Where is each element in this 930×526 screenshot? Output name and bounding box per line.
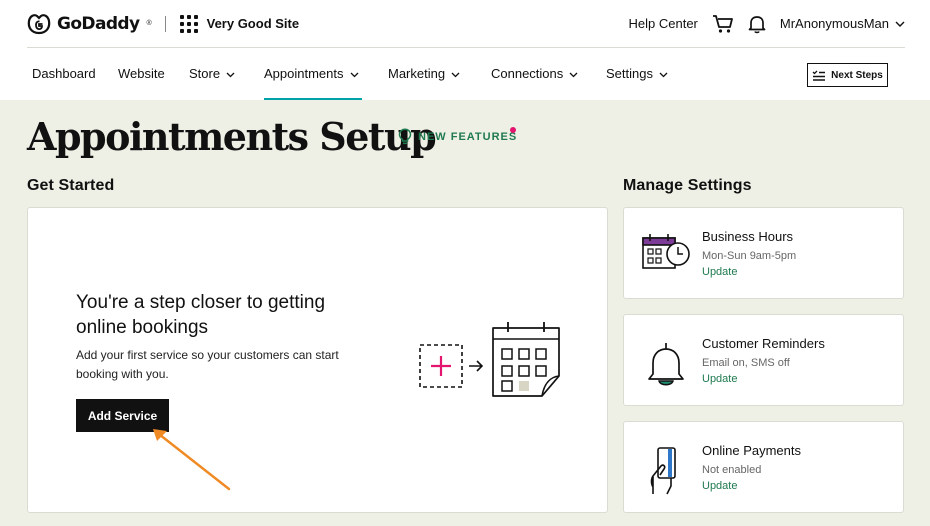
- nav-settings[interactable]: Settings: [606, 49, 668, 100]
- next-steps-label: Next Steps: [831, 69, 883, 81]
- chevron-down-icon: [895, 21, 905, 27]
- promo-description: Add your first service so your customers…: [76, 348, 339, 381]
- customer-reminders-update-link[interactable]: Update: [702, 373, 737, 385]
- online-payments-subtitle: Not enabled: [702, 464, 762, 476]
- get-started-card: You're a step closer to getting online b…: [27, 207, 608, 513]
- calendar-clock-icon: [642, 234, 690, 269]
- user-menu[interactable]: MrAnonymousMan: [780, 16, 905, 31]
- nav-website[interactable]: Website: [118, 49, 165, 100]
- bell-icon: [648, 343, 684, 386]
- customer-reminders-subtitle: Email on, SMS off: [702, 357, 790, 369]
- chevron-down-icon: [569, 72, 578, 77]
- chevron-down-icon: [350, 72, 358, 77]
- nav-dashboard[interactable]: Dashboard: [32, 49, 96, 100]
- help-center-link[interactable]: Help Center: [629, 16, 698, 31]
- divider: [164, 15, 166, 32]
- customer-reminders-card[interactable]: Customer Reminders Email on, SMS off Upd…: [623, 314, 904, 406]
- user-name: MrAnonymousMan: [779, 16, 889, 31]
- godaddy-logo[interactable]: GoDaddy ®: [27, 13, 152, 35]
- main-nav: Dashboard Website Store Appointments Mar…: [32, 49, 892, 100]
- chevron-down-icon: [226, 72, 235, 77]
- online-payments-update-link[interactable]: Update: [702, 480, 737, 492]
- online-payments-card[interactable]: Online Payments Not enabled Update: [623, 421, 904, 513]
- checklist-icon: [812, 70, 826, 81]
- next-steps-button[interactable]: Next Steps: [807, 63, 888, 87]
- online-payments-title: Online Payments: [702, 443, 801, 458]
- apps-grid-icon[interactable]: [179, 14, 198, 33]
- page-title: Appointments Setup: [27, 114, 437, 159]
- new-features-link[interactable]: NEW FEATURES: [398, 128, 517, 145]
- business-hours-card[interactable]: Business Hours Mon-Sun 9am-5pm Update: [623, 207, 904, 299]
- business-hours-title: Business Hours: [702, 229, 794, 244]
- brand-name: GoDaddy: [57, 13, 140, 34]
- nav-connections[interactable]: Connections: [491, 49, 578, 100]
- cart-icon[interactable]: [712, 14, 734, 34]
- new-features-label: NEW FEATURES: [418, 130, 518, 143]
- promo-heading: You're a step closer to getting online b…: [76, 292, 326, 338]
- chevron-down-icon: [659, 72, 668, 77]
- customer-reminders-title: Customer Reminders: [702, 336, 825, 351]
- card-hand-icon: [650, 447, 676, 495]
- notifications-bell-icon[interactable]: [748, 14, 766, 34]
- manage-settings-title: Manage Settings: [623, 177, 752, 194]
- add-to-calendar-illustration: [419, 322, 560, 397]
- nav-store[interactable]: Store: [189, 49, 235, 100]
- site-name[interactable]: Very Good Site: [207, 16, 299, 31]
- get-started-title: Get Started: [27, 177, 115, 194]
- annotation-arrow: [153, 429, 231, 491]
- nav-marketing[interactable]: Marketing: [388, 49, 460, 100]
- business-hours-update-link[interactable]: Update: [702, 266, 737, 278]
- lightbulb-icon: [398, 128, 412, 145]
- business-hours-subtitle: Mon-Sun 9am-5pm: [702, 250, 797, 262]
- notification-dot: [510, 127, 516, 133]
- header: GoDaddy ® Very Good Site Help Center MrAn…: [0, 0, 930, 100]
- top-bar: GoDaddy ® Very Good Site Help Center MrAn…: [27, 0, 905, 48]
- nav-appointments[interactable]: Appointments: [264, 49, 362, 100]
- godaddy-logo-icon: [27, 13, 51, 34]
- chevron-down-icon: [451, 72, 460, 77]
